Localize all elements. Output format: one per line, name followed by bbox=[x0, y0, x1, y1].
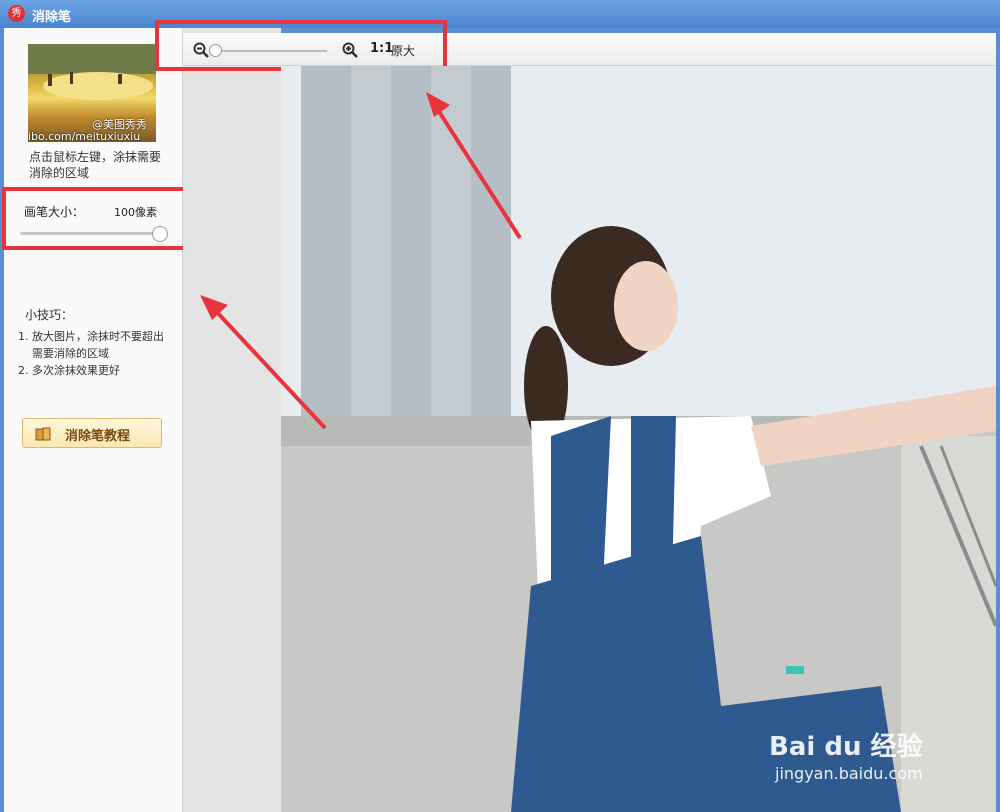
eraser-tutorial-button[interactable]: 消除笔教程 bbox=[22, 418, 162, 448]
tip-text: 放大图片，涂抹时不要超出需要消除的区域 bbox=[32, 330, 164, 360]
tip-item: 2. 多次涂抹效果更好 bbox=[18, 362, 168, 379]
sidebar: @美图秀秀 ibo.com/meituxiuxiu 点击鼠标左键，涂抹需要消除的… bbox=[4, 28, 183, 812]
tips-title: 小技巧： bbox=[25, 308, 74, 322]
meitu-app-icon: 秀 bbox=[8, 5, 25, 22]
usage-hint: 点击鼠标左键，涂抹需要消除的区域 bbox=[29, 150, 162, 180]
brush-size-value: 100像素 bbox=[114, 206, 157, 219]
title-bar: 秀 消除笔 bbox=[0, 0, 1000, 28]
book-icon bbox=[35, 427, 51, 441]
thumbnail-watermark-url: ibo.com/meituxiuxiu bbox=[28, 130, 141, 142]
baidu-jingyan-watermark: Bai du 经验 bbox=[769, 732, 923, 762]
brush-size-label: 画笔大小： bbox=[24, 205, 85, 219]
brush-size-highlight: 画笔大小： 100像素 bbox=[2, 187, 188, 250]
canvas-gutter bbox=[183, 28, 281, 812]
tip-item: 1. 放大图片，涂抹时不要超出需要消除的区域 bbox=[18, 328, 168, 362]
brush-size-slider[interactable] bbox=[20, 226, 168, 242]
image-thumbnail[interactable]: @美图秀秀 ibo.com/meituxiuxiu bbox=[28, 44, 156, 142]
editing-canvas-photo[interactable] bbox=[281, 66, 996, 812]
tips-list: 1. 放大图片，涂抹时不要超出需要消除的区域 2. 多次涂抹效果更好 bbox=[18, 328, 168, 379]
brush-size-slider-handle[interactable] bbox=[152, 226, 168, 242]
window-title: 消除笔 bbox=[32, 10, 72, 25]
zoom-highlight bbox=[155, 20, 447, 71]
tip-number: 1. bbox=[18, 330, 29, 343]
window-right-border bbox=[996, 28, 1000, 812]
tip-number: 2. bbox=[18, 364, 29, 377]
tutorial-button-label: 消除笔教程 bbox=[65, 429, 131, 444]
baidu-jingyan-url: jingyan.baidu.com bbox=[775, 764, 923, 783]
photo-illustration bbox=[281, 66, 996, 812]
tip-text: 多次涂抹效果更好 bbox=[32, 364, 120, 377]
